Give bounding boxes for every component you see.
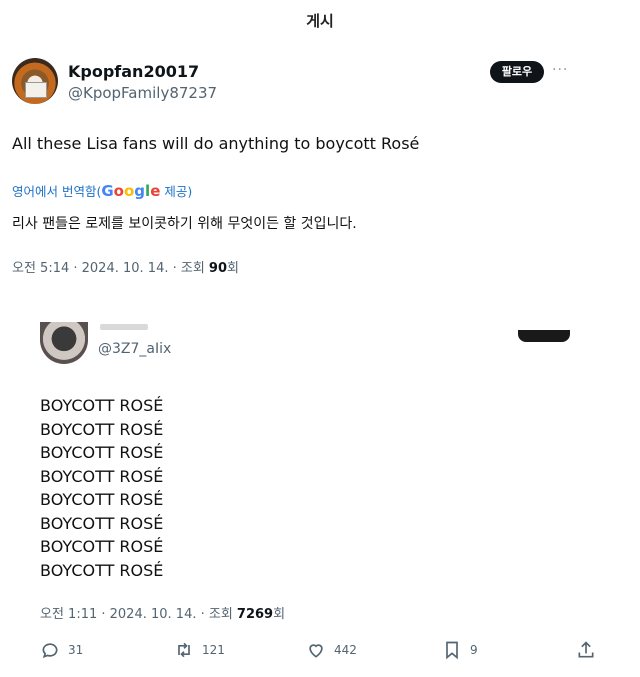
text-line: BOYCOTT ROSÉ [40, 419, 164, 439]
text-line: BOYCOTT ROSÉ [40, 537, 164, 556]
like-button[interactable]: 442 [306, 640, 357, 660]
tweet-text: All these Lisa fans will do anything to … [12, 134, 420, 153]
text-line: BOYCOTT ROSÉ [40, 396, 164, 415]
reply-icon [42, 643, 58, 659]
translated-by-google-link[interactable]: 영어에서 번역함(Google 제공) [12, 181, 192, 200]
google-logo: Google [101, 182, 161, 200]
share-icon [578, 641, 594, 658]
timestamp[interactable]: 오전 5:14 · 2024. 10. 14. · 조회 [12, 261, 209, 276]
translated-suffix: 제공) [160, 184, 193, 199]
like-count: 442 [334, 643, 357, 657]
retweet-icon [178, 642, 190, 658]
follow-button-cropped[interactable] [518, 330, 570, 342]
retweet-button[interactable]: 121 [174, 640, 225, 660]
tweet-text: BOYCOTT ROSÉ BOYCOTT ROSÉ BOYCOTT ROSÉ B… [40, 394, 163, 582]
follow-button[interactable]: 팔로우 [490, 61, 544, 83]
avatar[interactable] [40, 322, 88, 364]
retweet-count: 121 [202, 643, 225, 657]
text-line: BOYCOTT ROSÉ [40, 560, 164, 580]
timestamp[interactable]: 오전 1:11 · 2024. 10. 14. · 조회 [40, 607, 237, 622]
display-name[interactable]: Kpopfan20017 [68, 62, 199, 81]
view-count: 7269 [236, 607, 274, 622]
translated-prefix: 영어에서 번역함( [12, 184, 102, 199]
user-handle[interactable]: @3Z7_aIix [98, 341, 171, 357]
display-name-cropped [100, 324, 148, 330]
bookmark-button[interactable]: 9 [442, 640, 478, 660]
text-line: BOYCOTT ROSÉ [40, 490, 164, 509]
heart-icon [309, 644, 323, 658]
tweet-meta: 오전 1:11 · 2024. 10. 14. · 조회 7269회 [40, 607, 286, 622]
bookmark-count: 9 [470, 643, 478, 657]
more-options-icon[interactable]: ··· [552, 62, 568, 78]
text-line: BOYCOTT ROSÉ [40, 443, 164, 462]
page-title: 게시 [306, 12, 334, 30]
user-handle[interactable]: @KpopFamily87237 [68, 84, 217, 102]
bookmark-icon [446, 641, 458, 660]
reply-count: 31 [68, 643, 84, 657]
tweet-meta: 오전 5:14 · 2024. 10. 14. · 조회 90회 [12, 261, 239, 276]
view-count: 90 [208, 261, 228, 276]
text-line: BOYCOTT ROSÉ [40, 513, 164, 533]
translated-text: 리사 팬들은 로제를 보이콧하기 위해 무엇이든 할 것입니다. [12, 216, 357, 232]
avatar[interactable] [12, 58, 58, 104]
share-button[interactable] [576, 640, 604, 660]
reply-button[interactable]: 31 [40, 640, 83, 660]
text-line: BOYCOTT ROSÉ [40, 466, 164, 486]
